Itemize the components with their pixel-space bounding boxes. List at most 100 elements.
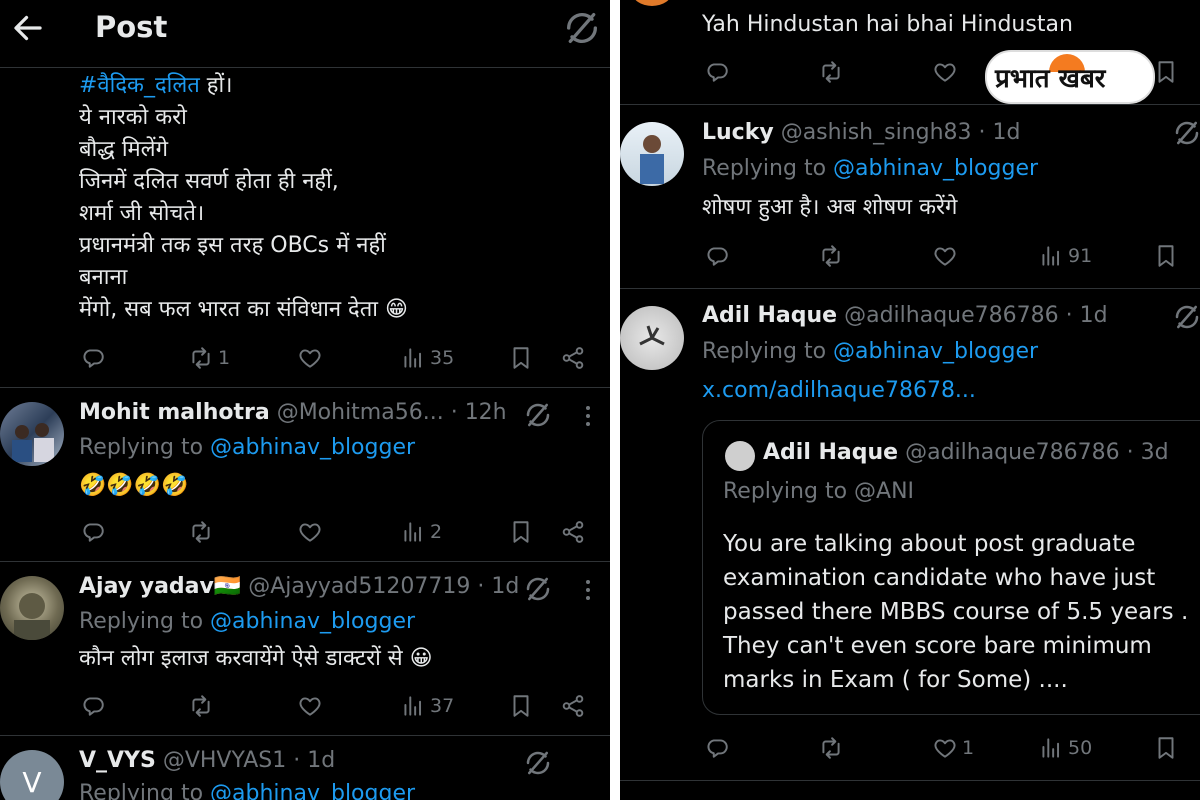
avatar[interactable] — [620, 306, 684, 370]
views-button[interactable]: 2 — [400, 512, 442, 552]
quoted-post-card[interactable]: Adil Haque @adilhaque786786 · 3d Replyin… — [702, 420, 1200, 715]
hashtag-link[interactable]: #वैदिक_दलित — [79, 73, 200, 98]
like-button[interactable] — [297, 686, 323, 726]
views-button[interactable]: 37 — [400, 686, 454, 726]
retweet-icon — [818, 243, 844, 269]
bookmark-button[interactable] — [1153, 52, 1179, 92]
grok-icon[interactable] — [523, 400, 553, 430]
post-time: · 1d — [978, 120, 1021, 145]
author-handle[interactable]: @Ajayyad51207719 — [248, 574, 470, 599]
reply-button[interactable] — [80, 686, 106, 726]
author-name[interactable]: V_VYS — [79, 748, 156, 773]
views-count: 91 — [1068, 245, 1093, 267]
like-button[interactable] — [297, 338, 323, 378]
author-name: Adil Haque — [763, 440, 899, 465]
retweet-icon — [188, 345, 214, 371]
retweet-button[interactable] — [188, 512, 214, 552]
retweet-icon — [818, 59, 844, 85]
reply-icon — [704, 243, 730, 269]
reply-header: V_VYS @VHVYAS1 · 1d — [79, 745, 335, 777]
reply-header: Mohit malhotra @Mohitma56... · 12h — [79, 397, 507, 429]
quote-text-line: They can't even score bare minimum — [723, 633, 1152, 659]
reply-button[interactable] — [704, 728, 730, 768]
avatar[interactable] — [620, 122, 684, 186]
retweet-count: 1 — [218, 347, 231, 369]
mention-link[interactable]: @abhinav_blogger — [210, 435, 415, 460]
reply-header: Ajay yadav🇮🇳 @Ajayyad51207719 · 1d — [79, 571, 519, 603]
author-handle[interactable]: @Mohitma56... — [277, 400, 444, 425]
external-link[interactable]: x.com/adilhaque78678... — [702, 375, 976, 407]
reply-icon — [704, 59, 730, 85]
bookmark-button[interactable] — [508, 512, 534, 552]
mention-link[interactable]: @abhinav_blogger — [210, 781, 415, 800]
author-name[interactable]: Lucky — [702, 120, 774, 145]
more-options-icon[interactable] — [578, 575, 598, 605]
retweet-button[interactable] — [818, 236, 844, 276]
grok-icon[interactable] — [562, 8, 602, 48]
views-count: 37 — [430, 695, 455, 717]
views-button[interactable]: 50 — [1038, 728, 1092, 768]
divider — [620, 780, 1200, 781]
bookmark-button[interactable] — [508, 686, 534, 726]
share-button[interactable] — [560, 512, 586, 552]
bookmark-icon — [1153, 735, 1179, 761]
reply-button[interactable] — [704, 236, 730, 276]
author-handle[interactable]: @adilhaque786786 — [844, 303, 1059, 328]
back-arrow-icon[interactable] — [10, 10, 46, 46]
bookmark-button[interactable] — [508, 338, 534, 378]
post-time: · 1d — [477, 574, 520, 599]
avatar[interactable] — [0, 576, 64, 640]
reply-action-bar: 1 50 — [620, 728, 1200, 768]
avatar[interactable]: V — [0, 750, 64, 800]
like-button[interactable] — [297, 512, 323, 552]
author-handle[interactable]: @ashish_singh83 — [781, 120, 972, 145]
mention-link[interactable]: @abhinav_blogger — [210, 609, 415, 634]
mention-link[interactable]: @abhinav_blogger — [833, 339, 1038, 364]
views-count: 35 — [430, 347, 455, 369]
reply-button[interactable] — [80, 512, 106, 552]
avatar-photo — [639, 325, 665, 346]
share-button[interactable] — [560, 338, 586, 378]
retweet-button[interactable]: 1 — [188, 338, 230, 378]
author-name[interactable]: Ajay yadav🇮🇳 — [79, 574, 241, 599]
views-icon — [1038, 735, 1064, 761]
like-button[interactable]: 1 — [932, 728, 974, 768]
grok-icon[interactable] — [1172, 302, 1200, 332]
views-icon — [1038, 243, 1064, 269]
author-name[interactable]: Mohit malhotra — [79, 400, 270, 425]
retweet-icon — [188, 693, 214, 719]
author-handle[interactable]: @VHVYAS1 — [163, 748, 286, 773]
reply-button[interactable] — [704, 52, 730, 92]
grok-icon[interactable] — [523, 574, 553, 604]
heart-icon — [297, 693, 323, 719]
retweet-button[interactable] — [818, 728, 844, 768]
heart-icon — [932, 735, 958, 761]
like-button[interactable] — [932, 236, 958, 276]
prabhat-khabar-logo: प्रभात खबर — [985, 50, 1155, 104]
reply-text: 🤣🤣🤣🤣 — [79, 473, 189, 498]
avatar[interactable] — [0, 402, 64, 466]
more-options-icon[interactable] — [578, 401, 598, 431]
post-time: · 12h — [450, 400, 507, 425]
mention-link[interactable]: @abhinav_blogger — [833, 156, 1038, 181]
reply-button[interactable] — [80, 338, 106, 378]
avatar[interactable] — [632, 0, 672, 6]
like-button[interactable] — [932, 52, 958, 92]
views-count: 50 — [1068, 737, 1093, 759]
views-button[interactable]: 35 — [400, 338, 454, 378]
author-name[interactable]: Adil Haque — [702, 303, 837, 328]
grok-icon[interactable] — [523, 748, 553, 778]
bookmark-button[interactable] — [1153, 236, 1179, 276]
retweet-button[interactable] — [818, 52, 844, 92]
post-text-line: मेंगो, सब फल भारत का संविधान देता 😁 — [79, 297, 408, 322]
heart-icon — [932, 243, 958, 269]
grok-icon[interactable] — [1172, 118, 1200, 148]
retweet-button[interactable] — [188, 686, 214, 726]
bookmark-icon — [1153, 243, 1179, 269]
views-button[interactable]: 91 — [1038, 236, 1092, 276]
share-button[interactable] — [560, 686, 586, 726]
bookmark-icon — [508, 519, 534, 545]
bookmark-button[interactable] — [1153, 728, 1179, 768]
avatar-photo — [640, 135, 664, 184]
quote-text-line: examination candidate who have just — [723, 565, 1156, 591]
